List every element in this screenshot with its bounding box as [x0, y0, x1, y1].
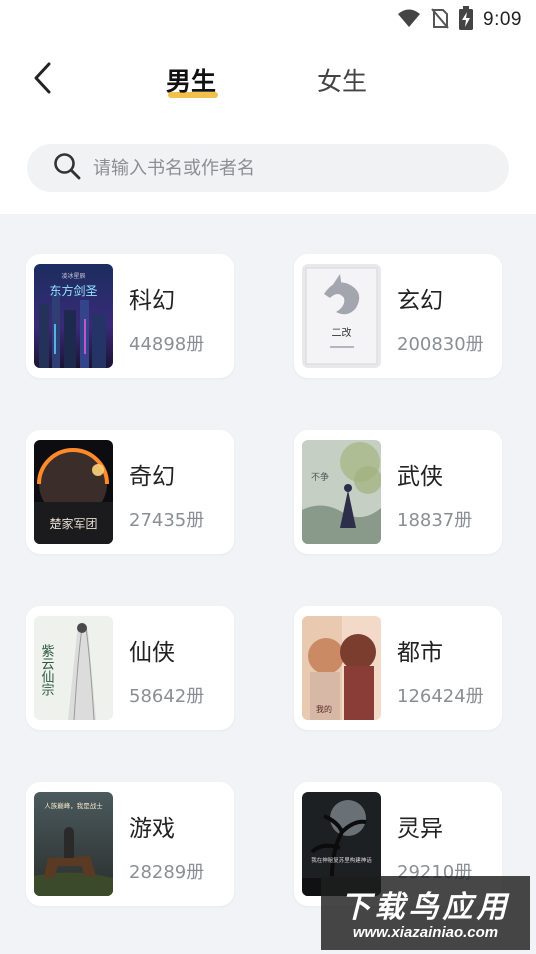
category-name: 科幻	[129, 288, 175, 314]
status-bar: 9:09	[0, 0, 536, 36]
cover-title: 东方剑圣	[49, 283, 97, 298]
search-bar[interactable]	[27, 144, 509, 192]
tab-male[interactable]: 男生	[166, 62, 216, 98]
cover-title: 楚家军团	[49, 516, 97, 531]
search-input[interactable]	[93, 157, 473, 179]
category-name: 奇幻	[129, 464, 175, 490]
category-count: 27435册	[129, 510, 205, 531]
watermark-url: www.xiazainiao.com	[352, 924, 499, 941]
battery-charging-icon	[459, 6, 474, 34]
category-card-fantasy[interactable]: 楚家军团 奇幻 27435册	[26, 430, 234, 554]
book-cover: 人族巅峰，我是战士	[34, 792, 113, 896]
book-cover: 楚家军团	[34, 440, 113, 544]
cover-title: 不争	[311, 471, 329, 483]
no-sim-icon	[431, 7, 449, 33]
category-name: 仙侠	[129, 640, 175, 666]
watermark-main-text: 下载鸟应用	[340, 890, 511, 925]
watermark: 下载鸟应用 www.xiazainiao.com	[321, 876, 530, 950]
book-cover: 二改	[302, 264, 381, 368]
category-count: 18837册	[397, 510, 473, 531]
category-card-game[interactable]: 人族巅峰，我是战士 游戏 28289册	[26, 782, 234, 906]
book-cover: 紫云仙宗	[34, 616, 113, 720]
category-count: 126424册	[397, 686, 484, 707]
status-time: 9:09	[483, 9, 522, 30]
cover-title: 我的	[316, 704, 332, 714]
cover-top-text: 凌冰星辰	[61, 272, 85, 280]
book-cover: 东方剑圣 凌冰星辰	[34, 264, 113, 368]
category-card-urban[interactable]: 我的 都市 126424册	[294, 606, 502, 730]
category-card-xianxia[interactable]: 紫云仙宗 仙侠 58642册	[26, 606, 234, 730]
category-count: 44898册	[129, 334, 205, 355]
back-arrow-icon	[33, 62, 53, 98]
status-icons: 9:09	[397, 6, 522, 34]
tab-female[interactable]: 女生	[317, 62, 367, 98]
category-card-xuanhuan[interactable]: 二改 玄幻 200830册	[294, 254, 502, 378]
cover-title: 人族巅峰，我是战士	[44, 801, 103, 810]
book-cover: 我的	[302, 616, 381, 720]
category-count: 28289册	[129, 862, 205, 883]
category-count: 58642册	[129, 686, 205, 707]
cover-title: 紫云仙宗	[39, 644, 55, 696]
cover-title: 二改	[332, 326, 352, 339]
category-count: 200830册	[397, 334, 484, 355]
category-card-scifi[interactable]: 东方剑圣 凌冰星辰 科幻 44898册	[26, 254, 234, 378]
category-name: 灵异	[397, 816, 443, 842]
back-button[interactable]	[26, 60, 60, 100]
cover-title: 我在神秘复苏里构建神话	[311, 856, 372, 864]
category-name: 玄幻	[397, 288, 443, 314]
category-name: 武侠	[397, 464, 443, 490]
category-name: 都市	[397, 640, 443, 666]
book-cover: 不争	[302, 440, 381, 544]
search-icon	[53, 152, 81, 184]
category-name: 游戏	[129, 816, 175, 842]
wifi-icon	[397, 8, 421, 32]
category-card-wuxia[interactable]: 不争 武侠 18837册	[294, 430, 502, 554]
